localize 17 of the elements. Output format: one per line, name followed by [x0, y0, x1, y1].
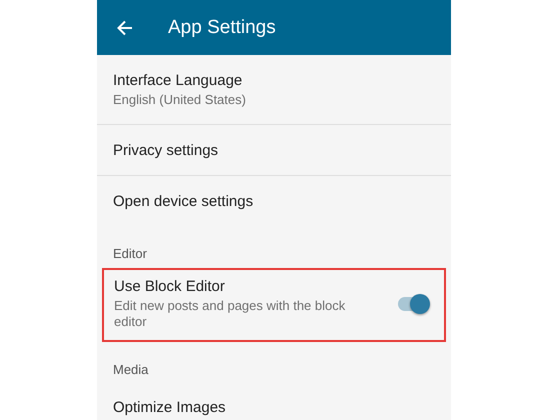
item-title: Optimize Images — [113, 399, 227, 416]
item-title: Interface Language — [113, 72, 244, 89]
section-header: Media — [112, 361, 150, 379]
screen-title: App Settings — [168, 16, 276, 38]
settings-item[interactable]: Privacy settings — [97, 124, 451, 175]
settings-toggle-item[interactable]: Use Block Editor Edit new posts and pages with the block editor — [102, 268, 446, 342]
item-title: Open device settings — [113, 193, 254, 210]
item-subtitle: English (United States) — [113, 92, 247, 108]
back-arrow-icon[interactable] — [117, 20, 133, 36]
item-subtitle: Edit new posts and pages with the block editor — [114, 298, 346, 330]
settings-item[interactable]: Interface Language English (United States) — [97, 55, 451, 124]
item-title: Use Block Editor — [114, 278, 226, 295]
settings-item[interactable]: Optimize Images — [97, 382, 451, 420]
settings-item[interactable]: Open device settings — [97, 175, 451, 226]
section-header: Editor — [112, 245, 148, 263]
toggle-switch[interactable] — [398, 293, 430, 315]
item-title: Privacy settings — [113, 142, 220, 159]
